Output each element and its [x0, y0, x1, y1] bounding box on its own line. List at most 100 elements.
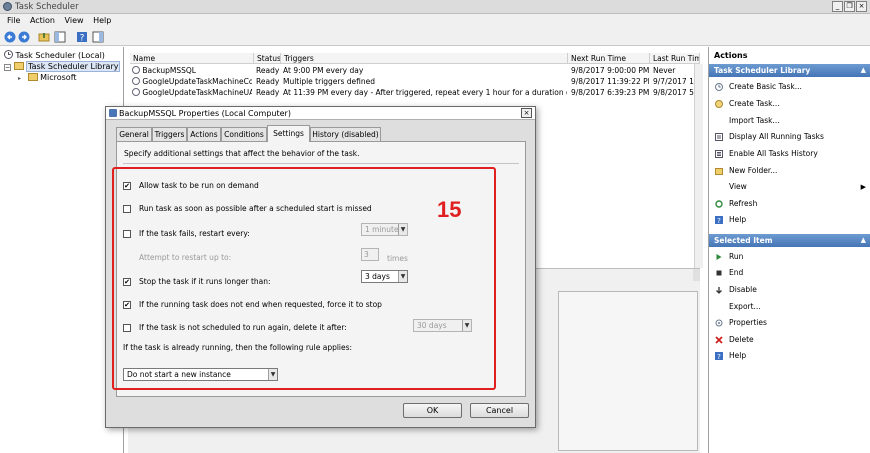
action-end[interactable]: End	[709, 267, 870, 279]
action-label: Display All Running Tasks	[729, 132, 824, 141]
column-header-status[interactable]: Status	[254, 53, 281, 64]
task-scheduler-icon	[3, 2, 12, 11]
back-arrow-icon[interactable]	[4, 31, 16, 43]
forward-arrow-icon[interactable]	[18, 31, 30, 43]
expand-icon[interactable]: ▸	[18, 73, 25, 84]
svg-text:?: ?	[80, 34, 85, 44]
action-help[interactable]: ? Help	[709, 214, 870, 226]
task-status: Ready	[256, 66, 280, 75]
show-hide-action-pane-icon[interactable]	[92, 31, 104, 43]
help-icon[interactable]: ?	[76, 31, 88, 43]
action-label: View	[729, 182, 747, 191]
folder-icon	[27, 73, 38, 81]
task-icon	[132, 66, 140, 74]
collapse-caret-icon[interactable]: ▲	[861, 64, 866, 77]
create-basic-task-icon	[715, 83, 723, 91]
ok-button[interactable]: OK	[403, 403, 462, 418]
task-name-cell: BackupMSSQL	[132, 65, 252, 76]
new-folder-icon	[715, 168, 723, 175]
end-icon	[716, 270, 722, 276]
action-create-task[interactable]: Create Task...	[709, 98, 870, 110]
action-enable-history[interactable]: Enable All Tasks History	[709, 148, 870, 160]
task-next-run: 9/8/2017 9:00:00 PM	[571, 66, 649, 75]
action-label: Help	[729, 215, 747, 224]
task-status: Ready	[256, 88, 280, 97]
action-delete[interactable]: Delete	[709, 334, 870, 346]
action-label: New Folder...	[729, 166, 778, 175]
tree-item-microsoft[interactable]: ▸ Microsoft	[18, 72, 77, 83]
tab-history[interactable]: History (disabled)	[310, 127, 381, 141]
selected-section-label: Selected Item	[714, 236, 773, 245]
action-import-task[interactable]: Import Task...	[709, 115, 870, 127]
action-label: Enable All Tasks History	[729, 149, 818, 158]
collapse-icon[interactable]: −	[4, 64, 11, 71]
menu-action[interactable]: Action	[30, 14, 55, 28]
column-header-name[interactable]: Name	[130, 53, 254, 64]
library-section-header[interactable]: Task Scheduler Library ▲	[709, 64, 870, 77]
dialog-close-button[interactable]: ×	[521, 108, 532, 118]
window-title: Task Scheduler	[15, 2, 79, 12]
column-header-triggers[interactable]: Triggers	[281, 53, 568, 64]
menu-help[interactable]: Help	[93, 14, 111, 28]
minimize-button[interactable]: _	[832, 1, 843, 12]
tab-actions[interactable]: Actions	[187, 127, 221, 141]
collapse-caret-icon[interactable]: ▲	[861, 234, 866, 247]
action-help-selected[interactable]: ? Help	[709, 350, 870, 362]
action-label: End	[729, 268, 744, 277]
history-icon	[715, 150, 723, 158]
up-folder-icon[interactable]	[38, 31, 50, 43]
tab-triggers[interactable]: Triggers	[152, 127, 187, 141]
window-title-bar: Task Scheduler _ ❒ ×	[0, 0, 870, 14]
settings-description: Specify additional settings that affect …	[124, 149, 360, 158]
refresh-icon	[715, 200, 723, 208]
show-hide-tree-icon[interactable]	[54, 31, 66, 43]
help-icon: ?	[715, 216, 723, 224]
help-icon: ?	[715, 352, 723, 360]
task-name-cell: GoogleUpdateTaskMachineCore	[132, 76, 252, 87]
action-new-folder[interactable]: New Folder...	[709, 165, 870, 177]
task-last-run: Never	[653, 66, 676, 75]
cancel-button[interactable]: Cancel	[470, 403, 529, 418]
menu-file[interactable]: File	[7, 14, 20, 28]
disable-icon	[716, 287, 722, 294]
action-label: Properties	[729, 318, 767, 327]
action-label: Refresh	[729, 199, 758, 208]
action-export[interactable]: Export...	[709, 301, 870, 313]
clock-icon	[4, 50, 13, 59]
maximize-button[interactable]: ❒	[844, 1, 855, 12]
task-list-scrollbar[interactable]	[694, 64, 703, 268]
actions-header: Actions	[714, 51, 748, 60]
tree-item-library[interactable]: − Task Scheduler Library	[4, 61, 121, 72]
action-properties[interactable]: Properties	[709, 317, 870, 329]
action-label: Export...	[729, 302, 761, 311]
action-display-running[interactable]: Display All Running Tasks	[709, 131, 870, 143]
tab-general[interactable]: General	[116, 127, 152, 141]
tab-conditions[interactable]: Conditions	[221, 127, 267, 141]
action-label: Help	[729, 351, 747, 360]
action-refresh[interactable]: Refresh	[709, 198, 870, 210]
dialog-app-icon	[109, 109, 117, 117]
tab-settings[interactable]: Settings	[267, 125, 310, 142]
action-label: Delete	[729, 335, 754, 344]
svg-text:?: ?	[717, 217, 721, 224]
dialog-title-bar: BackupMSSQL Properties (Local Computer) …	[106, 107, 535, 120]
detail-scrollbar[interactable]	[693, 269, 700, 281]
selected-item-section-header[interactable]: Selected Item ▲	[709, 234, 870, 247]
task-triggers: Multiple triggers defined	[283, 77, 376, 86]
task-status: Ready	[256, 77, 280, 86]
task-last-run: 9/8/2017 5:39	[653, 88, 699, 97]
action-label: Disable	[729, 285, 757, 294]
column-header-last-run[interactable]: Last Run Time	[650, 53, 700, 64]
column-header-next-run[interactable]: Next Run Time	[568, 53, 650, 64]
action-create-basic-task[interactable]: Create Basic Task...	[709, 81, 870, 93]
action-disable[interactable]: Disable	[709, 284, 870, 296]
close-button[interactable]: ×	[856, 1, 867, 12]
menu-bar: File Action View Help	[0, 14, 870, 28]
task-icon	[132, 88, 140, 96]
menu-view[interactable]: View	[65, 14, 84, 28]
properties-icon	[715, 319, 723, 327]
tree-item-root[interactable]: Task Scheduler (Local)	[4, 50, 105, 61]
action-view[interactable]: View ▶	[709, 181, 870, 193]
action-run[interactable]: Run	[709, 251, 870, 263]
task-name-cell: GoogleUpdateTaskMachineUA	[132, 87, 252, 98]
